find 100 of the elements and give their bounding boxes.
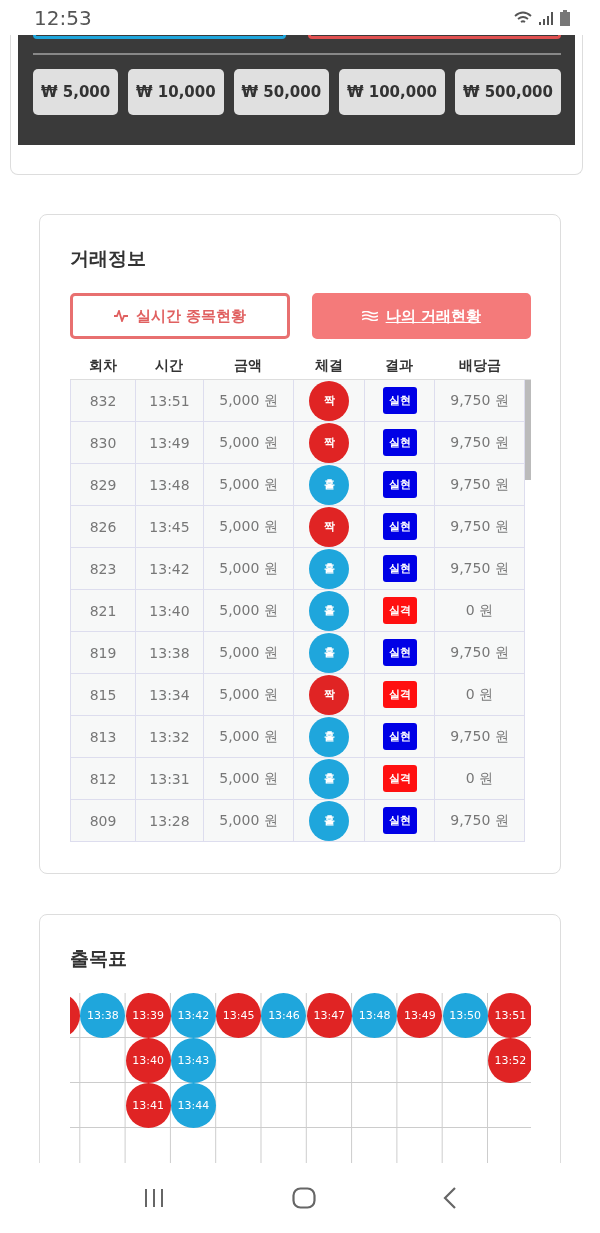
result-ball: 13:38 — [80, 993, 126, 1038]
result-ball: 13:40 — [125, 1038, 171, 1083]
table-cell: 5,000 원 — [204, 590, 294, 631]
button-edge[interactable] — [308, 35, 561, 39]
result-badge: 실현 — [382, 639, 417, 666]
result-ball: 13:50 — [442, 993, 488, 1038]
column-header: 시간 — [154, 357, 184, 375]
result-ball: 13:44 — [170, 1083, 216, 1128]
table-cell: 0 원 — [435, 674, 525, 715]
result-badge: 실현 — [382, 429, 417, 456]
table-cell: 5,000 원 — [204, 380, 294, 421]
table-cell: 830 — [71, 422, 136, 463]
result-ball: 13:41 — [125, 1083, 171, 1128]
wifi-icon — [514, 10, 532, 25]
table-cell: 13:48 — [136, 464, 204, 505]
table-cell: 9,750 원 — [435, 632, 525, 673]
result-ball: 13:45 — [216, 993, 262, 1038]
pick-badge: 짝 — [309, 674, 349, 715]
table-cell: 815 — [71, 674, 136, 715]
table-cell: 13:45 — [136, 506, 204, 547]
table-cell: 5,000 원 — [204, 548, 294, 589]
result-badge: 실격 — [382, 681, 417, 708]
table-cell: 13:32 — [136, 716, 204, 757]
table-cell: 809 — [71, 800, 136, 841]
battery-icon — [560, 9, 570, 26]
back-icon[interactable] — [442, 1187, 457, 1209]
table-cell: 5,000 원 — [204, 506, 294, 547]
table-cell: 5,000 원 — [204, 422, 294, 463]
result-badge: 실격 — [382, 765, 417, 792]
table-cell: 5,000 원 — [204, 758, 294, 799]
table-cell: 13:38 — [136, 632, 204, 673]
result-ball: 13:51 — [487, 993, 531, 1038]
pulse-icon — [113, 310, 128, 322]
table-cell: 9,750 원 — [435, 716, 525, 757]
table-cell: 9,750 원 — [435, 548, 525, 589]
result-ball: 13:39 — [125, 993, 171, 1038]
amount-button[interactable]: ₩ 100,000 — [338, 69, 446, 115]
table-cell: 819 — [71, 632, 136, 673]
table-cell: 5,000 원 — [204, 674, 294, 715]
table-cell: 832 — [71, 380, 136, 421]
amount-button[interactable]: ₩ 50,000 — [233, 69, 330, 115]
section-title: 출목표 — [70, 946, 128, 971]
pick-badge: 홀 — [309, 464, 349, 505]
table-cell: 813 — [71, 716, 136, 757]
result-badge: 실현 — [382, 513, 417, 540]
home-icon[interactable] — [292, 1187, 316, 1209]
table-cell: 5,000 원 — [204, 800, 294, 841]
pick-badge: 짝 — [309, 380, 349, 421]
column-header: 배당금 — [457, 357, 502, 375]
table-cell: 5,000 원 — [204, 716, 294, 757]
amount-button[interactable]: ₩ 500,000 — [454, 69, 561, 115]
table-cell: 0 원 — [435, 590, 525, 631]
table-cell: 13:40 — [136, 590, 204, 631]
section-title: 거래정보 — [70, 246, 147, 271]
table-cell: 13:51 — [136, 380, 204, 421]
result-ball: 13:47 — [306, 993, 352, 1038]
pick-badge: 홀 — [309, 758, 349, 799]
table-cell: 13:42 — [136, 548, 204, 589]
result-ball: 13:48 — [352, 993, 398, 1038]
result-ball: 13:52 — [487, 1038, 531, 1083]
table-cell: 5,000 원 — [204, 632, 294, 673]
pick-badge: 짝 — [309, 422, 349, 463]
result-ball: 13:43 — [170, 1038, 216, 1083]
pick-badge: 홀 — [309, 632, 349, 673]
result-badge: 실현 — [382, 807, 417, 834]
table-cell: 13:31 — [136, 758, 204, 799]
scrollbar[interactable] — [525, 380, 531, 480]
pick-badge: 홀 — [309, 800, 349, 841]
result-ball: 13:46 — [261, 993, 307, 1038]
button-edge[interactable] — [33, 35, 286, 39]
table-cell: 0 원 — [435, 758, 525, 799]
signal-icon — [538, 10, 554, 25]
result-badge: 실현 — [382, 723, 417, 750]
result-ball: 13:42 — [170, 993, 216, 1038]
table-cell: 13:28 — [136, 800, 204, 841]
column-header: 결과 — [384, 357, 414, 375]
amount-button[interactable]: ₩ 10,000 — [128, 69, 224, 115]
result-badge: 실격 — [382, 597, 417, 624]
table-cell: 9,750 원 — [435, 506, 525, 547]
amount-button[interactable]: ₩ 5,000 — [33, 69, 119, 115]
table-cell: 812 — [71, 758, 136, 799]
column-header: 회차 — [87, 357, 118, 375]
column-header: 체결 — [313, 357, 344, 375]
table-cell: 13:49 — [136, 422, 204, 463]
wave-lines-icon — [361, 311, 378, 321]
table-cell: 13:34 — [136, 674, 204, 715]
table-cell: 826 — [71, 506, 136, 547]
status-time: 12:53 — [34, 5, 92, 30]
result-badge: 실현 — [382, 555, 417, 582]
recent-apps-icon[interactable] — [143, 1188, 166, 1208]
result-badge: 실현 — [382, 387, 417, 414]
pick-badge: 짝 — [309, 506, 349, 547]
table-cell: 821 — [71, 590, 136, 631]
pick-badge: 홀 — [309, 590, 349, 631]
table-cell: 5,000 원 — [204, 464, 294, 505]
table-cell: 829 — [71, 464, 136, 505]
pick-badge: 홀 — [309, 716, 349, 757]
result-badge: 실현 — [382, 471, 417, 498]
table-cell: 823 — [71, 548, 136, 589]
result-ball: 13:49 — [397, 993, 443, 1038]
